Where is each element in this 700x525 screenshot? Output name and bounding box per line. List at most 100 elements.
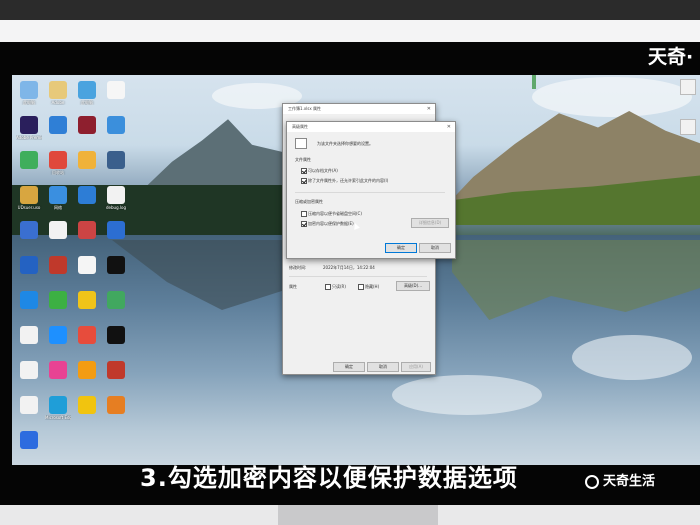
modified-date: 2022年7月14日，14:22:04 (323, 265, 375, 270)
desktop-shortcut-icon[interactable]: Adobe Premie (16, 116, 42, 140)
desktop-shortcut-icon[interactable] (16, 396, 42, 415)
desktop-shortcut-icon[interactable] (74, 116, 100, 135)
desktop-shortcut-icon[interactable] (103, 151, 129, 170)
shortcut-image (20, 256, 38, 274)
desktop-shortcut-icon[interactable] (45, 291, 71, 310)
encrypt-label: 加密内容以便保护数据(E) (308, 221, 354, 226)
desktop-shortcut-icon[interactable] (74, 326, 100, 345)
desktop-shortcut-icon[interactable] (16, 256, 42, 275)
shortcut-label: Adobe Premie (16, 135, 42, 140)
shortcut-image (107, 81, 125, 99)
dialog-title: 高级属性 (292, 124, 308, 129)
shortcut-image (49, 186, 67, 204)
shortcut-label: UDsuer.uso (17, 205, 41, 210)
desktop-shortcut-icon[interactable] (74, 221, 100, 240)
dialog-description: 为该文件夹选择你想要的设置。 (317, 141, 373, 146)
desktop-file-icon[interactable] (680, 79, 696, 95)
desktop-shortcut-icon[interactable] (74, 396, 100, 415)
shortcut-image (20, 361, 38, 379)
shortcut-image (107, 291, 125, 309)
apply-button[interactable]: 应用(A) (401, 362, 431, 372)
desktop-shortcut-icon[interactable] (103, 221, 129, 240)
desktop-shortcut-icon[interactable]: debug.log (103, 186, 129, 210)
desktop-shortcut-icon[interactable]: Adobe (45, 81, 71, 105)
cancel-button[interactable]: 取消 (367, 362, 399, 372)
desktop-file-icon[interactable] (680, 119, 696, 135)
archive-checkbox[interactable] (301, 168, 307, 174)
desktop-shortcut-icon[interactable]: 此电脑 (74, 81, 100, 105)
shortcut-image (107, 326, 125, 344)
shortcut-image (107, 186, 125, 204)
desktop-shortcut-icon[interactable]: UDsuer.uso (16, 186, 42, 210)
readonly-checkbox[interactable] (325, 284, 331, 290)
index-checkbox[interactable] (301, 178, 307, 184)
desktop-shortcut-icon[interactable] (16, 291, 42, 310)
cloud (532, 77, 692, 117)
details-button[interactable]: 详细信息(D) (411, 218, 449, 228)
desktop-shortcut-icon[interactable] (103, 291, 129, 310)
compress-label: 压缩内容以便节省磁盘空间(C) (308, 211, 362, 216)
desktop-shortcut-icon[interactable] (103, 396, 129, 415)
desktop-shortcut-icon[interactable] (74, 256, 100, 275)
close-icon[interactable]: ✕ (447, 122, 451, 132)
desktop-shortcut-icon[interactable] (103, 116, 129, 135)
desktop-shortcut-icon[interactable] (74, 186, 100, 205)
compress-encrypt-section: 压缩或加密属性 (295, 199, 323, 204)
desktop-shortcut-icon[interactable] (45, 361, 71, 380)
shortcut-image (20, 81, 38, 99)
desktop-shortcut-icon[interactable]: 回收站 (45, 151, 71, 175)
cloud-reflection (392, 375, 542, 415)
shortcut-image (20, 116, 38, 134)
desktop-shortcut-icon[interactable] (16, 326, 42, 345)
shortcut-label: Adobe (51, 100, 65, 105)
desktop-shortcut-icon[interactable] (103, 326, 129, 345)
shortcut-label: 此电脑 (81, 100, 93, 105)
desktop-shortcut-icon[interactable] (45, 326, 71, 345)
monitor-stand (278, 505, 438, 525)
shortcut-image (78, 81, 96, 99)
shortcut-image (78, 291, 96, 309)
desktop-shortcut-icon[interactable]: Microsoft Edge (45, 396, 71, 420)
monitor-screen: 此电脑 Adobe 此电脑 Adobe Premie 回收站 UDsuer.uso 网络 de… (0, 42, 700, 465)
desktop-shortcut-icon[interactable]: 此电脑 (16, 81, 42, 105)
readonly-label: 只读(R) (332, 284, 346, 289)
archive-label: 可以存档文件(A) (308, 168, 338, 173)
desktop-shortcut-icon[interactable] (103, 361, 129, 380)
shortcut-image (49, 221, 67, 239)
window-title: 工作簿1.xlsx 属性 (288, 106, 322, 111)
advanced-button[interactable]: 高级(D)... (396, 281, 430, 291)
shortcut-image (49, 256, 67, 274)
subtitle-caption: 3.勾选加密内容以便保护数据选项 (140, 464, 518, 492)
desktop-shortcut-icon[interactable] (103, 256, 129, 275)
desktop-shortcut-icon[interactable] (45, 256, 71, 275)
desktop-shortcut-icon[interactable] (16, 151, 42, 170)
hidden-checkbox[interactable] (358, 284, 364, 290)
dialog-ok-button[interactable]: 确定 (385, 243, 417, 253)
desktop-shortcut-icon[interactable] (45, 221, 71, 240)
cloud-reflection (572, 335, 692, 380)
desktop-shortcut-icon[interactable] (103, 81, 129, 100)
shortcut-image (49, 326, 67, 344)
desktop-shortcut-icon[interactable] (16, 361, 42, 380)
compress-checkbox[interactable] (301, 211, 307, 217)
shortcut-image (78, 116, 96, 134)
encrypt-checkbox[interactable] (301, 221, 307, 227)
desktop-shortcut-icon[interactable] (16, 221, 42, 240)
shortcut-label: 此电脑 (23, 100, 35, 105)
shortcut-image (49, 291, 67, 309)
dialog-cancel-button[interactable]: 取消 (419, 243, 451, 253)
monitor-bezel (0, 20, 700, 42)
desktop-shortcut-icon[interactable] (74, 291, 100, 310)
mouse-cursor-icon (352, 222, 360, 230)
desktop-shortcut-icon[interactable] (16, 431, 42, 450)
shortcut-label: 网络 (54, 205, 62, 210)
dialog-titlebar: 高级属性 ✕ (287, 122, 455, 132)
file-attributes-section: 文件属性 (295, 157, 311, 162)
close-icon[interactable]: ✕ (427, 104, 431, 114)
desktop-shortcut-icon[interactable] (45, 116, 71, 135)
desktop-widget (532, 75, 536, 89)
ok-button[interactable]: 确定 (333, 362, 365, 372)
desktop-shortcut-icon[interactable] (74, 151, 100, 170)
desktop-shortcut-icon[interactable] (74, 361, 100, 380)
desktop-shortcut-icon[interactable]: 网络 (45, 186, 71, 210)
